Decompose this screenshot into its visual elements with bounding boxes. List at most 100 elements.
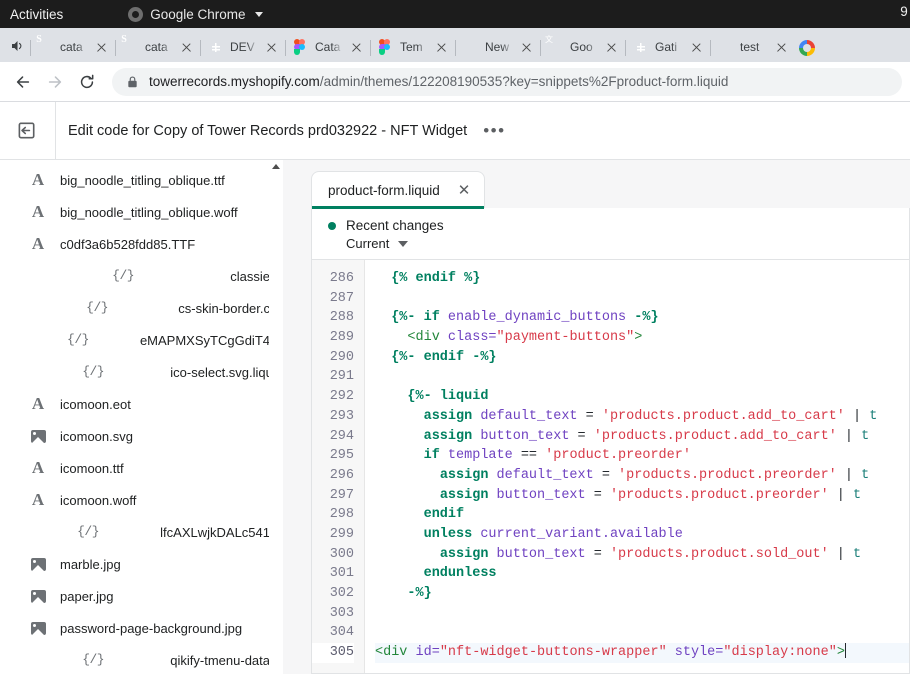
file-list-item[interactable]: Abig_noodle_titling_oblique.ttf (0, 164, 283, 196)
code-line[interactable]: {%- if enable_dynamic_buttons -%} (375, 308, 909, 328)
file-list-item[interactable]: password-page-background.jpg (0, 612, 283, 644)
code-line[interactable]: assign button_text = 'products.product.a… (375, 427, 909, 447)
file-list-item[interactable]: {/}classie.js (0, 260, 283, 292)
code-file-icon: {/} (28, 266, 218, 286)
more-actions-button[interactable]: ••• (483, 126, 505, 136)
browser-tab[interactable]: Tem (370, 32, 455, 62)
code-token: {%- (391, 350, 423, 365)
browser-tab[interactable]: cata (30, 32, 115, 62)
file-list-item[interactable]: marble.jpg (0, 548, 283, 580)
browser-tab[interactable]: Cata (285, 32, 370, 62)
close-tab-icon[interactable] (773, 39, 789, 55)
file-list-item[interactable]: Aicomoon.woff (0, 484, 283, 516)
line-number: 292 (312, 387, 354, 407)
editor-workspace: Abig_noodle_titling_oblique.ttfAbig_nood… (0, 160, 910, 674)
tab-product-form-liquid[interactable]: product-form.liquid ✕ (311, 171, 485, 208)
code-line[interactable]: endunless (375, 564, 909, 584)
url-path: /admin/themes/122208190535?key=snippets%… (320, 74, 729, 89)
shopify-editor-header: Edit code for Copy of Tower Records prd0… (0, 102, 910, 160)
browser-tab[interactable]: cata (115, 32, 200, 62)
close-tab-icon[interactable] (688, 39, 704, 55)
file-list-item[interactable]: Ac0df3a6b528fdd85.TTF (0, 228, 283, 260)
code-line[interactable]: unless current_variant.available (375, 525, 909, 545)
code-line[interactable] (375, 623, 909, 643)
code-token: style= (675, 645, 724, 660)
close-tab-icon[interactable]: ✕ (458, 183, 471, 198)
code-line[interactable]: assign button_text = 'products.product.p… (375, 486, 909, 506)
line-number-gutter: 2862872882892902912922932942952962972982… (312, 260, 365, 673)
code-token: "payment-buttons" (497, 330, 635, 345)
browser-tab[interactable]: test (710, 32, 795, 62)
scroll-up-arrow-icon[interactable] (272, 164, 280, 169)
file-list-item[interactable]: Abig_noodle_titling_oblique.woff (0, 196, 283, 228)
code-token: 'products.product.preorder' (618, 468, 837, 483)
file-list-scrollbar[interactable] (269, 160, 283, 674)
code-token: button_text (488, 547, 593, 562)
code-token (375, 527, 424, 542)
browser-tab[interactable]: DEV (200, 32, 285, 62)
activities-button[interactable]: Activities (10, 7, 63, 22)
browser-tab[interactable]: Goo (540, 32, 625, 62)
code-line[interactable]: assign default_text = 'products.product.… (375, 466, 909, 486)
browser-tab[interactable]: Gati (625, 32, 710, 62)
code-line[interactable] (375, 604, 909, 624)
back-arrow-icon[interactable] (8, 67, 38, 97)
active-app-menu[interactable]: Google Chrome (128, 7, 262, 22)
close-tab-icon[interactable] (603, 39, 619, 55)
browser-tab[interactable]: New (455, 32, 540, 62)
file-name: lfcAXLwjkDALc541.js (160, 525, 283, 540)
code-line[interactable]: <div class="payment-buttons"> (375, 328, 909, 348)
code-line[interactable] (375, 367, 909, 387)
code-line[interactable]: -%} (375, 584, 909, 604)
close-tab-icon[interactable] (263, 39, 279, 55)
file-list-item[interactable]: icomoon.svg (0, 420, 283, 452)
speaker-icon[interactable] (4, 33, 30, 59)
code-token: {%- (391, 310, 423, 325)
code-line[interactable]: {% endif %} (375, 269, 909, 289)
url-domain: towerrecords.myshopify.com (149, 74, 320, 89)
file-list-item[interactable]: {/}eMAPMXSyTCgGdiT4.js (0, 324, 283, 356)
forward-arrow-icon[interactable] (40, 67, 70, 97)
code-area[interactable]: 2862872882892902912922932942952962972982… (312, 260, 909, 673)
line-number: 293 (312, 407, 354, 427)
code-content[interactable]: {% endif %} {%- if enable_dynamic_button… (365, 260, 909, 673)
file-list-item[interactable]: Aicomoon.ttf (0, 452, 283, 484)
close-tab-icon[interactable] (348, 39, 364, 55)
code-token: "display:none" (723, 645, 836, 660)
chevron-down-icon (255, 12, 263, 17)
file-name: big_noodle_titling_oblique.ttf (60, 173, 225, 188)
close-tab-icon[interactable] (518, 39, 534, 55)
address-bar[interactable]: towerrecords.myshopify.com/admin/themes/… (112, 68, 902, 96)
code-line[interactable]: {%- endif -%} (375, 348, 909, 368)
close-tab-icon[interactable] (433, 39, 449, 55)
reload-icon[interactable] (72, 67, 102, 97)
file-list-item[interactable]: paper.jpg (0, 580, 283, 612)
code-line[interactable]: assign default_text = 'products.product.… (375, 407, 909, 427)
code-line[interactable]: {%- liquid (375, 387, 909, 407)
code-token: if (424, 448, 440, 463)
file-list-item[interactable]: {/}ico-select.svg.liquid (0, 356, 283, 388)
google-sheets-icon (209, 39, 225, 55)
version-select[interactable]: Current (346, 236, 909, 251)
browser-tab-title: test (740, 40, 768, 54)
close-tab-icon[interactable] (93, 39, 109, 55)
code-line[interactable]: <div id="nft-widget-buttons-wrapper" sty… (375, 643, 909, 663)
code-line[interactable]: if template == 'product.preorder' (375, 446, 909, 466)
code-line[interactable]: endif (375, 505, 909, 525)
code-line[interactable]: assign button_text = 'products.product.s… (375, 545, 909, 565)
code-line[interactable] (375, 289, 909, 309)
file-list-item[interactable]: {/}cs-skin-border.css (0, 292, 283, 324)
file-list-item[interactable]: {/}lfcAXLwjkDALc541.js (0, 516, 283, 548)
file-list-item[interactable]: {/}qikify-tmenu-data.js (0, 644, 283, 674)
google-search-tab-button[interactable] (799, 40, 815, 56)
close-tab-icon[interactable] (178, 39, 194, 55)
exit-editor-icon[interactable] (0, 102, 56, 159)
code-token: id= (416, 645, 440, 660)
code-token: = (578, 429, 594, 444)
code-token: > (837, 645, 845, 660)
code-token: {%- (407, 389, 439, 404)
system-clock[interactable]: 9 (900, 4, 908, 19)
file-name: c0df3a6b528fdd85.TTF (60, 237, 195, 252)
line-number: 290 (312, 348, 354, 368)
file-list-item[interactable]: Aicomoon.eot (0, 388, 283, 420)
